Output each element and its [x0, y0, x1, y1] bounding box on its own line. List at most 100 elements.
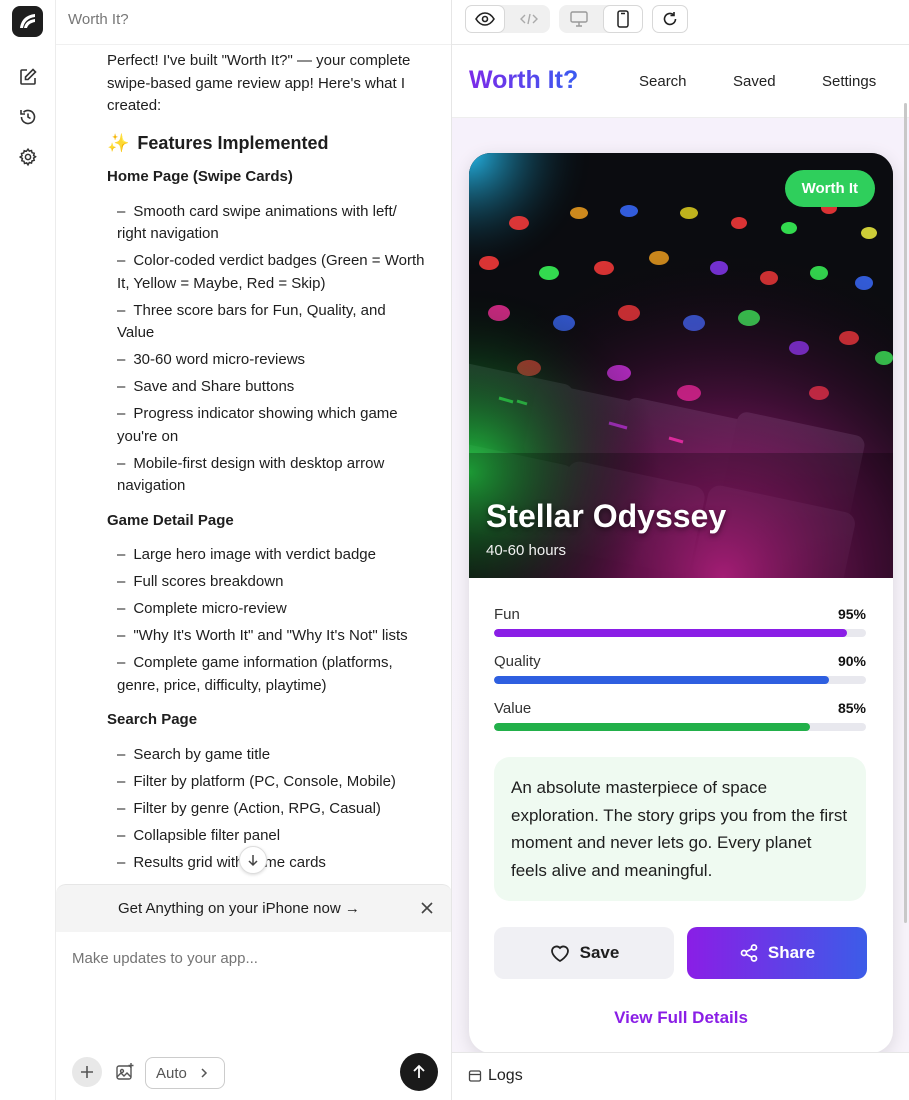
preview-scrollbar[interactable]: [904, 103, 907, 923]
code-icon: [520, 13, 538, 25]
assistant-message: Perfect! I've built "Worth It?" — your c…: [107, 50, 427, 886]
list-item: – Full scores breakdown: [117, 573, 284, 590]
preview-view-button[interactable]: [465, 5, 505, 33]
list-item: – Color-coded verdict badges (Green = Wor…: [117, 252, 425, 292]
section-heading: Home Page (Swipe Cards): [107, 168, 293, 185]
close-icon[interactable]: [418, 899, 436, 917]
nav-settings-link[interactable]: Settings: [822, 73, 876, 90]
chat-header: Worth It?: [56, 0, 451, 45]
list-item: – Mobile-first design with desktop arrow …: [117, 454, 385, 495]
save-label: Save: [579, 943, 620, 962]
share-button[interactable]: Share: [687, 927, 867, 979]
list-item: – Save and Share buttons: [117, 378, 295, 395]
game-playtime: 40-60 hours: [486, 542, 567, 559]
preview-pane: Worth It? Search Saved Settings Worth It…: [452, 0, 909, 1100]
score-fill: [494, 723, 811, 731]
chat-panel: Worth It? Perfect! I've built "Worth It?…: [56, 0, 452, 1100]
device-toggle: [559, 5, 643, 33]
logs-button[interactable]: Logs: [468, 1067, 523, 1085]
score-track: [494, 629, 866, 637]
composer: Auto: [56, 932, 451, 1100]
features-heading: ✨ Features Implemented: [107, 132, 427, 155]
add-attachment-button[interactable]: [72, 1057, 102, 1087]
verdict-badge: Worth It: [784, 170, 875, 207]
score-value: 90%: [837, 653, 866, 669]
list-item: – Complete micro-review: [117, 600, 287, 617]
eye-icon: [475, 12, 495, 26]
chevron-right-icon: [201, 1068, 207, 1078]
heart-icon: [550, 945, 569, 963]
view-mode-toggle: [465, 5, 550, 33]
score-value: 95%: [837, 606, 866, 622]
app-window: Worth It? Perfect! I've built "Worth It?…: [0, 0, 909, 1100]
list-item: – Complete game information (platforms, g…: [117, 654, 393, 694]
sparkles-icon: ✨: [107, 132, 130, 153]
message-intro: Perfect! I've built "Worth It?" — your c…: [107, 52, 411, 114]
score-label: Fun: [494, 606, 520, 623]
logs-bar: Logs: [452, 1052, 909, 1100]
micro-review: An absolute masterpiece of space explora…: [494, 757, 866, 901]
list-item: – Filter by platform (PC, Console, Mobile…: [117, 772, 396, 790]
send-button[interactable]: [400, 1053, 438, 1091]
list-item: – Progress indicator showing which game y…: [117, 405, 398, 445]
game-card[interactable]: Worth It Stellar Odyssey 40-60 hours Fun…: [469, 153, 893, 1052]
list-item: – Collapsible filter panel: [117, 826, 281, 844]
logs-icon: [468, 1070, 482, 1082]
section-heading: Search Page: [107, 711, 198, 728]
list-item: – Three score bars for Fun, Quality, and …: [117, 301, 386, 342]
plus-icon: [81, 1066, 93, 1078]
section-list-search: – Search by game title – Filter by platfor…: [107, 744, 427, 875]
preview-toolbar: [452, 0, 909, 45]
history-icon[interactable]: [16, 105, 40, 129]
settings-gear-icon[interactable]: [16, 145, 40, 169]
score-bars: Fun 95% Quality 90% Value 85%: [494, 606, 868, 747]
score-fill: [494, 676, 829, 684]
section-list-detail: – Large hero image with verdict badge – Fu…: [107, 544, 427, 697]
score-row-value: Value 85%: [494, 700, 868, 747]
score-value: 85%: [837, 700, 866, 716]
message-input[interactable]: [72, 950, 432, 967]
score-label: Value: [494, 700, 532, 717]
view-full-details-link[interactable]: View Full Details: [469, 1008, 893, 1028]
features-heading-text: Features Implemented: [137, 132, 329, 153]
model-mode-label: Auto: [156, 1064, 187, 1082]
mobile-view-button[interactable]: [603, 5, 643, 33]
nav-saved-link[interactable]: Saved: [733, 73, 776, 90]
code-view-button[interactable]: [509, 5, 549, 33]
list-item: – Results grid with game cards: [117, 853, 326, 871]
arrow-down-icon: [248, 855, 258, 867]
scroll-to-bottom-button[interactable]: [239, 846, 267, 874]
list-item: – Search by game title: [117, 745, 271, 763]
model-mode-selector[interactable]: Auto: [145, 1057, 225, 1089]
score-track: [494, 676, 866, 684]
left-rail: [0, 0, 56, 1100]
share-icon: [740, 944, 758, 962]
phone-icon: [617, 10, 629, 28]
monitor-icon: [570, 11, 588, 27]
list-item: – "Why It's Worth It" and "Why It's Not" …: [117, 627, 408, 644]
list-item: – Smooth card swipe animations with left/…: [117, 202, 397, 243]
app-preview: Worth It? Search Saved Settings Worth It…: [452, 45, 909, 1052]
score-track: [494, 723, 866, 731]
promo-banner[interactable]: Get Anything on your iPhone now →: [56, 884, 451, 932]
desktop-view-button[interactable]: [559, 5, 599, 33]
new-chat-icon[interactable]: [16, 65, 40, 89]
refresh-icon: [663, 12, 677, 26]
section-list-home: – Smooth card swipe animations with left/…: [107, 201, 427, 498]
save-button[interactable]: Save: [494, 927, 674, 979]
score-row-quality: Quality 90%: [494, 653, 868, 700]
nav-search-link[interactable]: Search: [639, 73, 687, 90]
chat-title: Worth It?: [68, 11, 129, 28]
app-logo[interactable]: [12, 6, 43, 37]
refresh-button[interactable]: [652, 5, 688, 33]
score-label: Quality: [494, 653, 541, 670]
list-item: – Large hero image with verdict badge: [117, 546, 376, 563]
score-row-fun: Fun 95%: [494, 606, 868, 653]
game-title: Stellar Odyssey: [486, 498, 727, 534]
app-brand[interactable]: Worth It?: [469, 66, 578, 95]
score-fill: [494, 629, 848, 637]
promo-text[interactable]: Get Anything on your iPhone now →: [118, 900, 360, 917]
arrow-up-icon: [413, 1064, 425, 1078]
list-item: –30-60 word micro-reviews: [117, 351, 306, 368]
image-upload-icon[interactable]: [114, 1061, 136, 1083]
